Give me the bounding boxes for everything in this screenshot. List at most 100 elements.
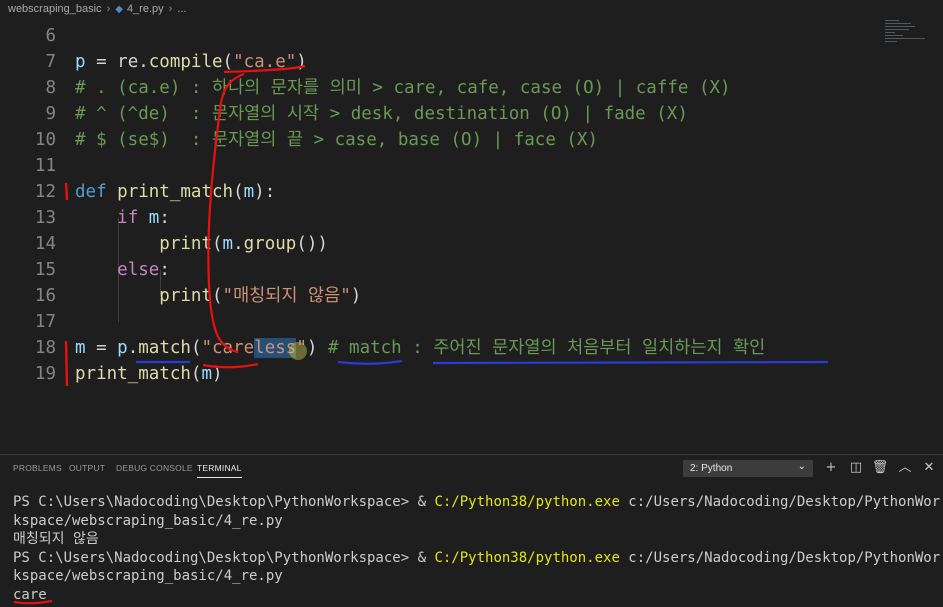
tab-output[interactable]: OUTPUT <box>69 463 105 473</box>
tab-terminal[interactable]: TERMINAL <box>197 463 242 478</box>
terminal-output-line: 매칭되지 않음 <box>13 531 99 548</box>
code-token: group <box>243 234 297 254</box>
code-line-17: 17 <box>0 309 880 335</box>
terminal-arg: c:/Users/Nadocoding/Desktop/PythonWor <box>619 494 941 510</box>
terminal-selector-value: 2: Python <box>690 463 733 474</box>
code-token: m <box>222 234 234 254</box>
code-line-9: 9 # ^ (^de) : 문자열의 시작 > desk, destinatio… <box>0 101 880 127</box>
breadcrumb-file[interactable]: 4_re.py <box>127 3 164 15</box>
code-token: "ca.e" <box>233 52 297 72</box>
code-token: . <box>127 338 139 358</box>
selected-text: less <box>254 338 297 358</box>
code-token: m <box>148 208 160 228</box>
code-comment: # ^ (^de) : 문자열의 시작 > desk, destination … <box>75 104 688 124</box>
code-token: def <box>75 182 107 202</box>
code-token: ) <box>350 286 362 306</box>
code-line-19: 19 print_match(m) <box>0 361 880 387</box>
code-token: ) <box>296 52 307 72</box>
line-number: 12 <box>34 182 56 202</box>
code-token: ( <box>211 234 223 254</box>
code-token: print <box>159 286 212 306</box>
code-token: compile <box>148 52 223 72</box>
code-line-14: 14 print(m.group()) <box>0 231 880 257</box>
code-token: ( <box>211 286 223 306</box>
code-editor[interactable]: 6 7 p = re.compile("ca.e") 8 # . (ca.e) … <box>0 18 943 454</box>
split-terminal-icon[interactable]: ◫ <box>847 459 865 477</box>
code-line-6: 6 <box>0 23 880 49</box>
code-token: ( <box>222 52 234 72</box>
code-line-15: 15 else: <box>0 257 880 283</box>
code-token: = <box>85 338 118 358</box>
chevron-right-icon: › <box>106 3 111 15</box>
code-token: m <box>75 338 86 358</box>
code-token: : <box>159 208 170 228</box>
terminal-prompt: PS C:\Users\Nadocoding\Desktop\PythonWor… <box>13 494 435 510</box>
terminal-output[interactable]: PS C:\Users\Nadocoding\Desktop\PythonWor… <box>13 493 940 605</box>
code-token: p <box>75 52 86 72</box>
code-token: print_match <box>75 364 191 384</box>
code-line-12: 12 def print_match(m): <box>0 179 880 205</box>
code-token: : <box>159 260 170 280</box>
tab-problems[interactable]: PROBLEMS <box>13 463 62 473</box>
code-token: p <box>117 338 128 358</box>
code-line-7: 7 p = re.compile("ca.e") <box>0 49 880 75</box>
code-comment: # . (ca.e) : 하나의 문자를 의미 > care, cafe, ca… <box>75 78 731 98</box>
line-number: 15 <box>34 260 56 280</box>
line-number: 14 <box>34 234 56 254</box>
terminal-exe: C:/Python38/python.exe <box>434 494 620 510</box>
code-token: ) <box>306 338 318 358</box>
line-number: 16 <box>34 286 56 306</box>
code-line-16: 16 print("매칭되지 않음") <box>0 283 880 309</box>
line-number: 17 <box>34 312 56 332</box>
line-number: 18 <box>34 338 56 358</box>
code-token: = re. <box>85 52 149 72</box>
line-number: 10 <box>34 130 56 150</box>
code-token: "매칭되지 않음" <box>222 286 351 306</box>
code-token: else <box>117 260 160 280</box>
line-number: 7 <box>45 52 56 72</box>
code-line-18: 18 m = p.match("careless") # match : 주어진… <box>0 335 880 361</box>
code-comment: # $ (se$) : 문자열의 끝 > case, base (O) | fa… <box>75 130 599 150</box>
bottom-panel: PROBLEMS OUTPUT DEBUG CONSOLE TERMINAL 2… <box>0 454 943 607</box>
chevron-up-icon[interactable]: ︿ <box>896 459 914 477</box>
breadcrumb-folder[interactable]: webscraping_basic <box>8 3 102 15</box>
code-token: ()) <box>296 234 328 254</box>
close-icon[interactable]: ✕ <box>920 459 938 477</box>
trash-icon[interactable]: 🗑 <box>871 459 889 477</box>
chevron-right-icon: › <box>168 3 173 15</box>
code-token: print <box>159 234 212 254</box>
line-number: 8 <box>45 78 56 98</box>
terminal-output-line: care <box>13 586 47 603</box>
terminal-arg: kspace/webscraping_basic/4_re.py <box>13 568 283 585</box>
tab-debug-console[interactable]: DEBUG CONSOLE <box>116 463 193 473</box>
minimap[interactable] <box>883 18 935 46</box>
line-number: 11 <box>34 156 56 176</box>
code-comment: # match : 주어진 문자열의 처음부터 일치하는지 확인 <box>317 338 766 358</box>
code-token: ): <box>254 182 276 202</box>
python-file-icon: ◆ <box>115 3 123 15</box>
code-line-8: 8 # . (ca.e) : 하나의 문자를 의미 > care, cafe, … <box>0 75 880 101</box>
code-token: ( <box>190 364 202 384</box>
code-token: match <box>138 338 191 358</box>
terminal-prompt: PS C:\Users\Nadocoding\Desktop\PythonWor… <box>13 549 435 566</box>
line-number: 9 <box>45 104 56 124</box>
breadcrumb-more[interactable]: ... <box>177 3 186 15</box>
code-token: m <box>243 182 255 202</box>
code-line-11: 11 <box>0 153 880 179</box>
code-token: if <box>117 208 139 228</box>
chevron-down-icon: ⌄ <box>797 461 806 472</box>
terminal-exe: C:/Python38/python.exe <box>434 549 620 566</box>
line-number: 19 <box>34 364 56 384</box>
code-token: "care <box>201 338 255 358</box>
line-number: 6 <box>45 26 56 46</box>
terminal-arg: kspace/webscraping_basic/4_re.py <box>13 512 283 529</box>
add-terminal-icon[interactable]: + <box>822 459 840 477</box>
code-line-10: 10 # $ (se$) : 문자열의 끝 > case, base (O) |… <box>0 127 880 153</box>
breadcrumb: webscraping_basic › ◆ 4_re.py › ... <box>0 0 943 18</box>
code-token: . <box>233 234 244 254</box>
code-line-13: 13 if m: <box>0 205 880 231</box>
code-token: m <box>201 364 212 384</box>
terminal-selector[interactable]: 2: Python ⌄ <box>683 460 813 477</box>
line-number: 13 <box>34 208 56 228</box>
code-token: print_match <box>117 182 234 202</box>
